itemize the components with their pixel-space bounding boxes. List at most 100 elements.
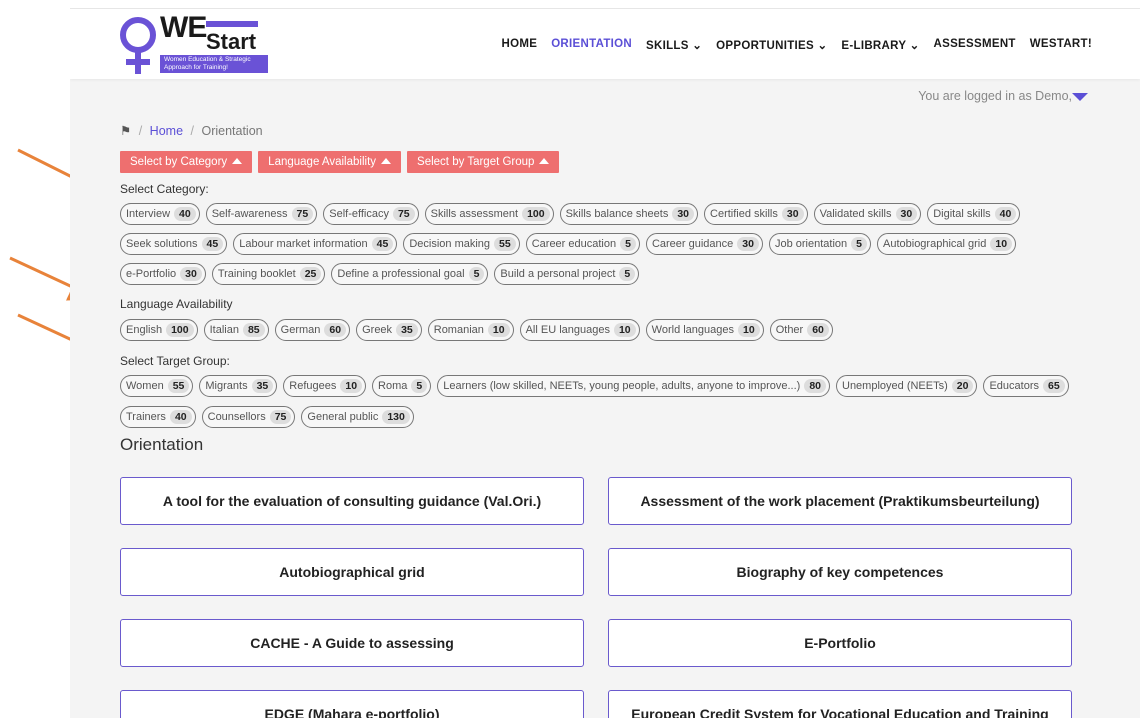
filter-category-button[interactable]: Select by Category — [120, 151, 253, 173]
language-row-1: English 100 Italian 85 German 60 Greek 35 Romani… — [120, 319, 833, 341]
category-chip[interactable]: Job orientation 5 — [768, 233, 871, 255]
main-nav: HOME ORIENTATION SKILLS ⌄ OPPORTUNITIES ⌄ E-… — [501, 38, 1092, 52]
category-chip[interactable]: Decision making 55 — [403, 233, 520, 255]
chip-label: German — [280, 324, 321, 336]
category-chip[interactable]: Digital skills 40 — [927, 203, 1021, 225]
target-chip[interactable]: General public 130 — [301, 406, 414, 428]
chip-label: Certified skills — [710, 208, 778, 220]
logo-tagline: Women Education & Strategic Approach for… — [160, 55, 268, 73]
chip-count-badge: 5 — [851, 237, 867, 251]
chip-count-badge: 25 — [299, 267, 322, 281]
chip-label: Job orientation — [774, 238, 848, 250]
category-chip[interactable]: Career education 5 — [525, 233, 640, 255]
chip-count-badge: 30 — [895, 207, 918, 221]
nav-item-2[interactable]: SKILLS ⌄ — [646, 38, 702, 52]
target-chip[interactable]: Roma 5 — [372, 375, 432, 397]
orientation-card[interactable]: Autobiographical grid — [120, 548, 584, 596]
category-chip[interactable]: Interview 40 — [120, 203, 200, 225]
category-chip[interactable]: Career guidance 30 — [645, 233, 763, 255]
chip-count-badge: 30 — [737, 237, 759, 251]
chip-label: Italian — [209, 324, 239, 336]
chip-label: Build a personal project — [500, 268, 616, 280]
chip-count-badge: 40 — [994, 207, 1017, 221]
target-chip[interactable]: Refugees 10 — [283, 375, 367, 397]
orientation-card[interactable]: EDGE (Mahara e-portfolio) — [120, 690, 584, 718]
language-chip[interactable]: English 100 — [120, 319, 198, 341]
category-chip[interactable]: Training booklet 25 — [211, 263, 326, 285]
chip-label: All EU languages — [525, 324, 610, 336]
chip-count-badge: 55 — [167, 379, 190, 393]
filter-target-group-button[interactable]: Select by Target Group — [407, 151, 560, 173]
language-chip[interactable]: Greek 35 — [356, 319, 422, 341]
orientation-card[interactable]: CACHE - A Guide to assessing — [120, 619, 584, 667]
nav-item-3[interactable]: OPPORTUNITIES ⌄ — [716, 38, 827, 52]
chip-count-badge: 5 — [619, 267, 636, 281]
category-row-1: Interview 40 Self-awareness 75 Self-efficacy… — [120, 203, 1021, 225]
westart-logo[interactable]: WE Start Women Education & Strategic App… — [118, 11, 268, 74]
chip-count-badge: 10 — [613, 323, 636, 337]
nav-item-0[interactable]: HOME — [501, 38, 537, 52]
chip-count-badge: 35 — [396, 323, 418, 337]
target-row-2: Trainers 40 Counsellors 75 General public 130 — [120, 406, 414, 428]
chip-label: Labour market information — [239, 238, 368, 250]
breadcrumb-home[interactable]: Home — [150, 124, 183, 138]
category-chip[interactable]: Define a professional goal 5 — [331, 263, 489, 285]
category-chip[interactable]: e-Portfolio 30 — [120, 263, 206, 285]
category-chip[interactable]: Validated skills 30 — [813, 203, 922, 225]
chip-label: Educators — [989, 380, 1039, 392]
nav-item-4[interactable]: E-LIBRARY ⌄ — [841, 38, 919, 52]
chip-label: Autobiographical grid — [883, 238, 987, 250]
language-chip[interactable]: Italian 85 — [203, 319, 269, 341]
chip-count-badge: 60 — [324, 323, 347, 337]
category-chip[interactable]: Autobiographical grid 10 — [877, 233, 1017, 255]
language-label: Language Availability — [120, 297, 233, 311]
target-chip[interactable]: Counsellors 75 — [201, 406, 296, 428]
nav-item-5[interactable]: ASSESSMENT — [934, 38, 1016, 52]
chip-count-badge: 75 — [291, 207, 314, 221]
category-chip[interactable]: Skills balance sheets 30 — [559, 203, 699, 225]
target-chip[interactable]: Unemployed (NEETs) 20 — [836, 375, 978, 397]
breadcrumb-current: Orientation — [201, 124, 263, 138]
orientation-card[interactable]: A tool for the evaluation of consulting … — [120, 477, 584, 525]
orientation-card[interactable]: European Credit System for Vocational Ed… — [608, 690, 1072, 718]
chip-count-badge: 10 — [738, 323, 760, 337]
caret-up-icon — [539, 158, 550, 164]
category-chip[interactable]: Self-efficacy 75 — [323, 203, 419, 225]
category-chip[interactable]: Build a personal project 5 — [494, 263, 640, 285]
orientation-card[interactable]: Biography of key competences — [608, 548, 1072, 596]
chip-label: Self-awareness — [211, 208, 288, 220]
logo-we: WE — [160, 11, 207, 44]
chip-label: General public — [307, 411, 379, 423]
target-chip[interactable]: Trainers 40 — [120, 406, 196, 428]
filter-language-button[interactable]: Language Availability — [258, 151, 402, 173]
home-icon[interactable]: ⚑ — [120, 124, 131, 138]
orientation-card[interactable]: E-Portfolio — [608, 619, 1072, 667]
chip-label: Define a professional goal — [337, 268, 465, 280]
category-chip[interactable]: Seek solutions 45 — [120, 233, 228, 255]
chip-count-badge: 100 — [166, 323, 194, 337]
language-chip[interactable]: All EU languages 10 — [519, 319, 640, 341]
venus-symbol-icon — [120, 17, 156, 74]
orientation-title: Orientation — [120, 435, 204, 454]
category-label: Select Category: — [120, 182, 209, 196]
orientation-card[interactable]: Assessment of the work placement (Prakti… — [608, 477, 1072, 525]
category-chip[interactable]: Self-awareness 75 — [205, 203, 318, 225]
language-chip[interactable]: Other 60 — [769, 319, 833, 341]
target-chip[interactable]: Educators 65 — [983, 375, 1069, 397]
chip-label: Women — [126, 380, 164, 392]
nav-item-1[interactable]: ORIENTATION — [551, 38, 632, 52]
category-chip[interactable]: Certified skills 30 — [704, 203, 808, 225]
category-chip[interactable]: Labour market information 45 — [233, 233, 398, 255]
target-chip[interactable]: Learners (low skilled, NEETs, young peop… — [437, 375, 830, 397]
target-chip[interactable]: Migrants 35 — [199, 375, 278, 397]
chip-count-badge: 30 — [180, 267, 202, 281]
target-chip[interactable]: Women 55 — [120, 375, 194, 397]
language-chip[interactable]: German 60 — [274, 319, 351, 341]
nav-item-6[interactable]: WESTART! — [1030, 38, 1092, 52]
language-chip[interactable]: World languages 10 — [645, 319, 764, 341]
chip-count-badge: 85 — [242, 323, 265, 337]
user-menu-caret-icon[interactable] — [1072, 93, 1088, 101]
category-chip[interactable]: Skills assessment 100 — [424, 203, 554, 225]
language-chip[interactable]: Romanian 10 — [427, 319, 514, 341]
chip-count-badge: 75 — [392, 207, 415, 221]
